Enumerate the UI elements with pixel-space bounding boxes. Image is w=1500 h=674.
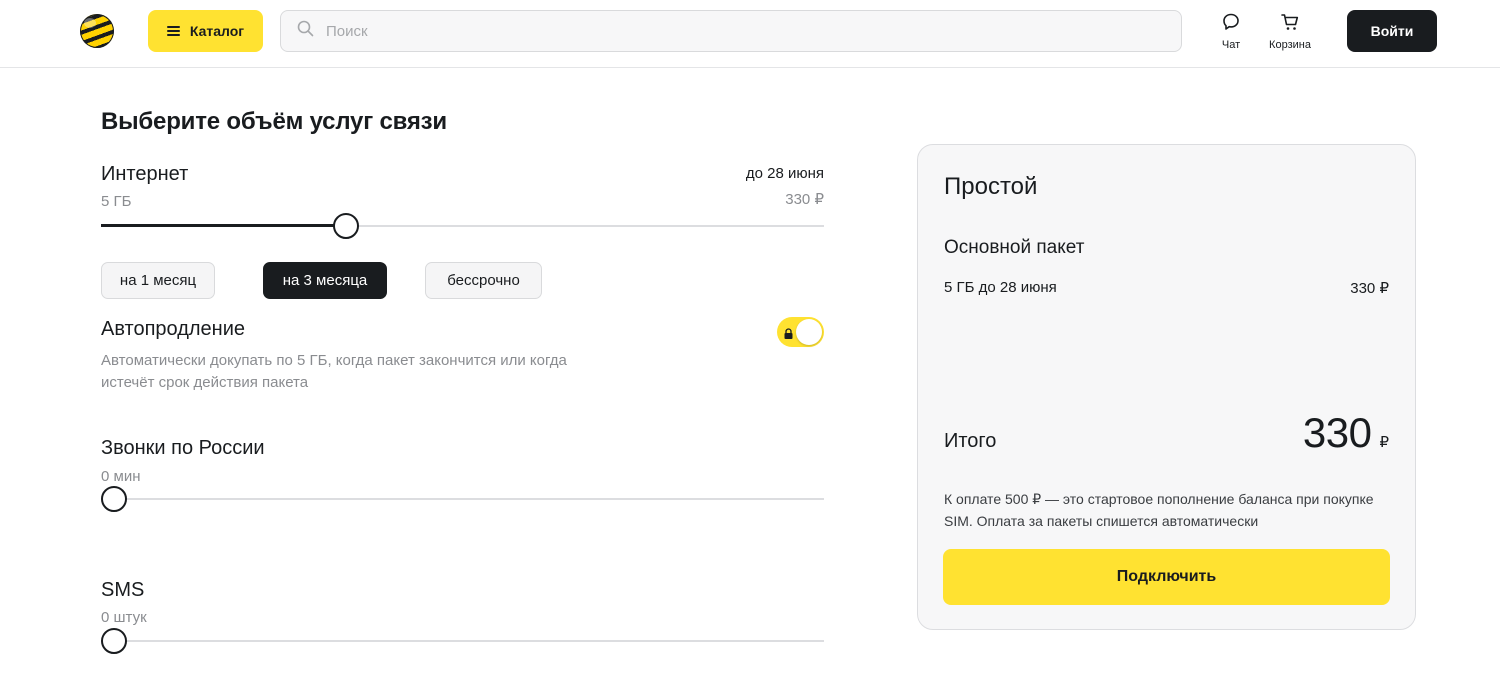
package-title: Основной пакет	[944, 237, 1085, 258]
page-title: Выберите объём услуг связи	[101, 108, 447, 135]
calls-slider[interactable]	[101, 486, 824, 512]
search-icon	[297, 20, 314, 42]
cart-label: Корзина	[1269, 39, 1311, 51]
search-input[interactable]	[326, 22, 1146, 40]
internet-slider[interactable]	[101, 213, 824, 239]
sms-slider[interactable]	[101, 628, 824, 654]
period-3-months[interactable]: на 3 месяца	[263, 262, 387, 299]
total-value: 330 ₽	[1303, 409, 1389, 457]
total-amount: 330	[1302, 409, 1372, 456]
sms-amount: 0 штук	[101, 609, 147, 626]
calls-title: Звонки по России	[101, 437, 265, 459]
slider-thumb[interactable]	[101, 486, 127, 512]
sms-title: SMS	[101, 579, 145, 601]
autorenew-title: Автопродление	[101, 318, 246, 340]
autorenew-description: Автоматически докупать по 5 ГБ, когда па…	[101, 352, 567, 391]
period-label: на 1 месяц	[119, 272, 197, 289]
slider-thumb[interactable]	[333, 213, 360, 239]
period-label: на 3 месяца	[282, 272, 368, 289]
site-header: Каталог Чат Корзина Войти	[0, 0, 1500, 68]
chat-label: Чат	[1221, 39, 1241, 51]
package-line: 5 ГБ до 28 июня	[944, 279, 1057, 296]
internet-price: 330 ₽	[785, 191, 824, 208]
logo[interactable]	[80, 14, 114, 48]
total-currency: ₽	[1379, 434, 1389, 451]
slider-thumb[interactable]	[101, 628, 127, 654]
toggle-knob	[796, 319, 822, 345]
slider-track	[101, 498, 824, 500]
cart-button[interactable]: Корзина	[1263, 12, 1317, 51]
catalog-label: Каталог	[189, 23, 245, 39]
internet-title: Интернет	[101, 163, 189, 185]
chat-button[interactable]: Чат	[1216, 12, 1246, 51]
login-button[interactable]: Войти	[1347, 10, 1437, 52]
search-bar[interactable]	[280, 10, 1182, 52]
package-price: 330 ₽	[1350, 280, 1389, 297]
catalog-button[interactable]: Каталог	[148, 10, 263, 52]
internet-amount: 5 ГБ	[101, 193, 132, 210]
slider-fill	[101, 224, 347, 227]
payment-note: К оплате 500 ₽ — это стартовое пополнени…	[944, 491, 1374, 529]
lock-icon	[784, 326, 793, 339]
connect-button[interactable]: Подключить	[943, 549, 1390, 605]
cart-icon	[1280, 12, 1300, 35]
calls-amount: 0 мин	[101, 468, 141, 485]
period-1-month[interactable]: на 1 месяц	[101, 262, 215, 299]
internet-until: до 28 июня	[745, 165, 824, 182]
period-unlimited[interactable]: бессрочно	[425, 262, 542, 299]
total-label: Итого	[944, 430, 997, 452]
chat-icon	[1221, 12, 1241, 35]
slider-track	[101, 640, 824, 642]
period-label: бессрочно	[447, 272, 520, 289]
summary-card: Простой Основной пакет 5 ГБ до 28 июня 3…	[917, 144, 1416, 630]
menu-icon	[166, 26, 180, 36]
tariff-title: Простой	[944, 173, 1038, 200]
autorenew-toggle[interactable]	[777, 317, 824, 347]
